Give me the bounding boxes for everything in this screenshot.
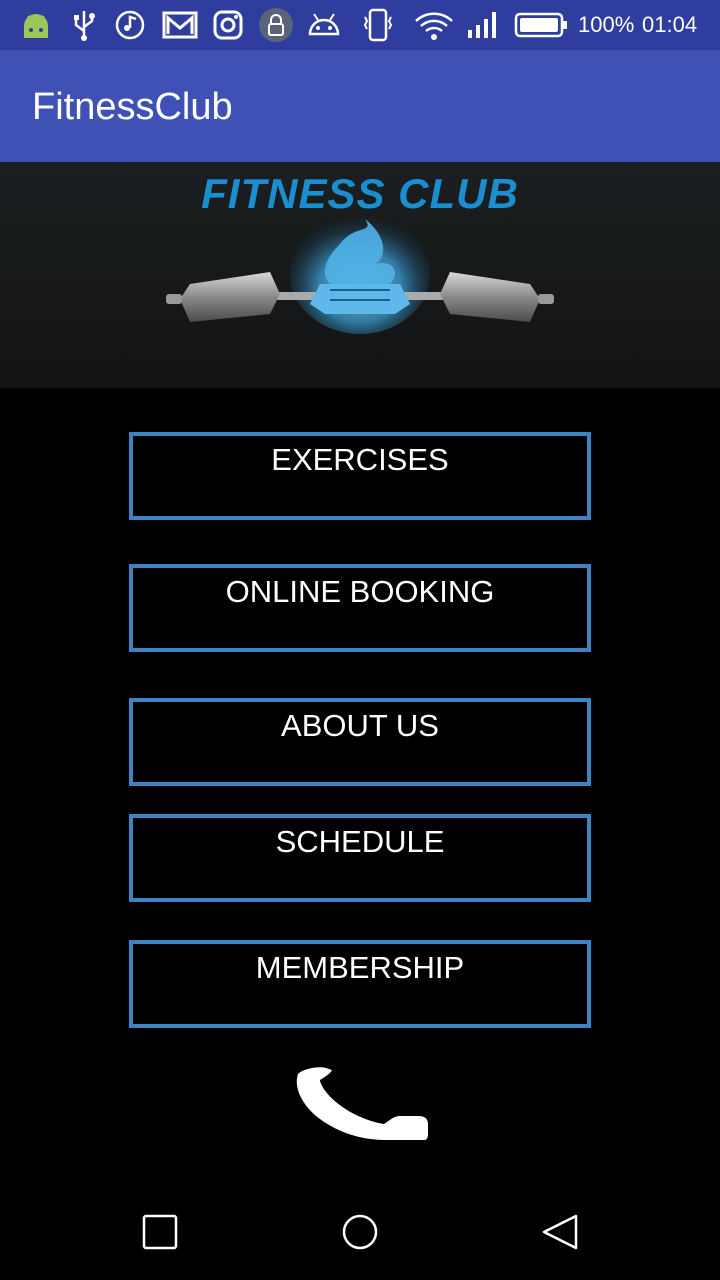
barbell-logo-image	[160, 214, 560, 349]
banner: FITNESS CLUB	[0, 162, 720, 388]
gmail-icon	[162, 8, 198, 42]
vibrate-icon	[362, 8, 394, 42]
about-us-button[interactable]: ABOUT US	[129, 698, 591, 786]
signal-icon	[466, 8, 500, 42]
membership-button[interactable]: MEMBERSHIP	[129, 940, 591, 1028]
lock-icon	[258, 8, 294, 42]
phone-icon[interactable]	[290, 1066, 430, 1146]
status-bar: 100% 01:04	[0, 0, 720, 50]
battery-percent: 100%	[578, 12, 635, 37]
banner-title: FITNESS CLUB	[201, 170, 519, 217]
app-title: FitnessClub	[32, 86, 233, 128]
bluetooth-music-icon	[114, 8, 150, 42]
usb-icon	[70, 8, 98, 42]
app-bar: FitnessClub	[0, 50, 720, 162]
online-booking-button[interactable]: ONLINE BOOKING	[129, 564, 591, 652]
exercises-button[interactable]: EXERCISES	[129, 432, 591, 520]
android-icon	[20, 8, 52, 42]
recents-icon[interactable]	[140, 1212, 180, 1252]
wifi-icon	[414, 8, 454, 42]
schedule-button[interactable]: SCHEDULE	[129, 814, 591, 902]
battery-icon	[514, 8, 568, 42]
android-debug-icon	[306, 8, 342, 42]
clock: 01:04	[642, 12, 698, 37]
navigation-bar	[0, 1184, 720, 1280]
home-icon[interactable]	[340, 1212, 380, 1252]
back-icon[interactable]	[540, 1212, 580, 1252]
instagram-icon	[212, 8, 244, 42]
